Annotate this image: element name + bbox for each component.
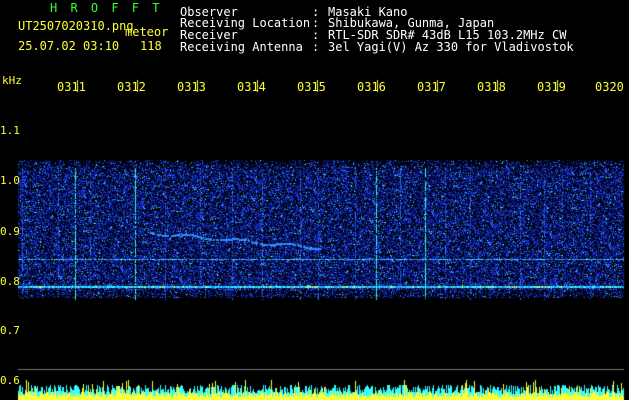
x-tick-label: 0313 — [177, 80, 206, 94]
observation-datetime: 25.07.02 03:10 — [18, 39, 120, 53]
antenna-label: Receiving Antenna — [180, 40, 303, 54]
antenna-value: 3el Yagi(V) Az 330 for Vladivostok — [328, 40, 574, 54]
file-name: UT2507020310.png — [18, 19, 134, 33]
x-tick-label: 0320 — [595, 80, 624, 94]
spectrogram-display — [0, 0, 629, 400]
colon: : — [312, 40, 320, 54]
y-axis-unit: kHz — [2, 74, 22, 87]
meteor-count: 118 — [140, 39, 162, 53]
x-tick-label: 0319 — [537, 80, 566, 94]
y-tick-label: 0.8 — [0, 275, 20, 288]
app-title: H R O F F T — [50, 1, 163, 15]
x-tick-label: 0311 — [57, 80, 86, 94]
y-tick-label: 0.6 — [0, 374, 20, 387]
y-tick-label: 0.7 — [0, 324, 20, 337]
x-tick-label: 0316 — [357, 80, 386, 94]
y-tick-label: 1.0 — [0, 174, 20, 187]
x-tick-label: 0317 — [417, 80, 446, 94]
x-tick-label: 0312 — [117, 80, 146, 94]
y-tick-label: 1.1 — [0, 124, 20, 137]
x-tick-label: 0314 — [237, 80, 266, 94]
y-tick-label: 0.9 — [0, 225, 20, 238]
x-tick-label: 0315 — [297, 80, 326, 94]
meteor-label: meteor — [125, 25, 169, 39]
x-tick-label: 0318 — [477, 80, 506, 94]
